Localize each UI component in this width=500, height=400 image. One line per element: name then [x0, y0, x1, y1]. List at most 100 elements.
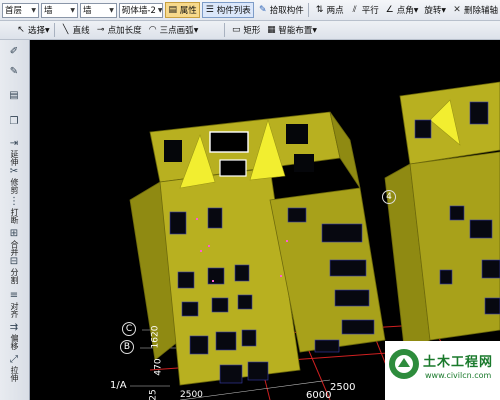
line-label: 直线: [72, 26, 90, 36]
offset-label: 偏移: [10, 334, 19, 350]
stretch-label: 拉伸: [10, 366, 19, 382]
line-icon: ╲: [62, 25, 69, 35]
align-button[interactable]: ≡ 对齐: [3, 290, 25, 318]
point-angle-icon: ∠: [385, 5, 394, 15]
point-length-icon: ⊸: [96, 25, 105, 35]
smart-layout-icon: ▦: [267, 25, 276, 35]
chevron-down-icon: ▼: [193, 26, 199, 34]
trim-label: 修剪: [10, 178, 19, 194]
chevron-down-icon: ▼: [31, 6, 36, 14]
properties-icon: ▤: [168, 5, 178, 15]
chevron-down-icon: ▼: [109, 6, 114, 14]
delete-icon: ✕: [453, 5, 461, 15]
component-list-button[interactable]: ☰ 构件列表: [201, 2, 254, 18]
copy-icon: ❐: [9, 116, 19, 127]
roof-window: [286, 124, 308, 144]
pick-icon: ✎: [259, 5, 267, 15]
tool-button-a[interactable]: ✐: [3, 46, 25, 58]
stretch-button[interactable]: ⤢ 拉伸: [3, 354, 25, 382]
modify-toolbar: ✐ ✎ ▤ ❐ ⇥ 延伸 ✂ 修剪 ⋮ 打断 ⊞ 合并 ⊟ 分割 ≡ 对齐 ⇉ 偏移 ⤢ 拉伸: [0, 40, 30, 400]
roof-window: [294, 154, 314, 172]
align-label: 对齐: [10, 302, 19, 318]
smart-layout-button[interactable]: ▦ 智能布置 ▼: [264, 22, 319, 38]
component-select-value: 砌体墙-2: [121, 6, 156, 16]
properties-label: 属性: [179, 6, 197, 16]
axis-bubble-4: 4: [382, 190, 396, 204]
break-button[interactable]: ⋮ 打断: [3, 196, 25, 224]
three-point-arc-button[interactable]: ◠ 三点画弧 ▼: [146, 22, 201, 38]
trim-button[interactable]: ✂ 修剪: [3, 166, 25, 194]
chevron-down-icon: ▼: [157, 6, 163, 14]
extend-icon: ⇥: [9, 138, 19, 149]
offset-button[interactable]: ⇉ 偏移: [3, 322, 25, 350]
subtype-select[interactable]: 墙 ▼: [79, 2, 117, 18]
rotate-button[interactable]: 旋转 ▼: [422, 2, 448, 18]
point-angle-button[interactable]: ∠ 点角 ▼: [383, 2, 421, 18]
axis-b-label: B: [123, 342, 131, 352]
two-points-button[interactable]: ⇅ 两点: [313, 2, 346, 18]
dimension-label: 470: [153, 358, 164, 376]
list-icon: ☰: [205, 5, 214, 15]
axis-c-label: C: [125, 324, 133, 334]
floor-select[interactable]: 首层 ▼: [2, 2, 39, 18]
draw-toolbar: ↖ 选择 ▼ ╲ 直线 ⊸ 点加长度 ◠ 三点画弧 ▼ ▭ 矩形 ▦ 智能布置 ▼: [0, 21, 500, 40]
two-points-icon: ⇅: [315, 5, 324, 15]
point-angle-label: 点角: [396, 6, 414, 16]
tool-button-b[interactable]: ✎: [3, 66, 25, 78]
split-icon: ⊟: [9, 256, 19, 267]
point-length-label: 点加长度: [107, 26, 142, 36]
chevron-down-icon: ▼: [45, 26, 50, 34]
cursor-icon: ↖: [17, 25, 25, 35]
dimension-label: 1620: [150, 325, 161, 349]
rectangle-icon: ▭: [232, 25, 241, 35]
roof-window: [164, 140, 182, 162]
brush-icon: ✐: [9, 46, 19, 57]
axis-4-label: 4: [386, 192, 392, 202]
merge-icon: ⊞: [9, 228, 19, 239]
pick-component-label: 拾取构件: [269, 6, 304, 16]
dimension-label: 25: [148, 389, 159, 400]
watermark: 土木工程网 www.civilcn.com: [385, 341, 500, 400]
parallel-button[interactable]: ⫽ 平行: [348, 2, 381, 18]
extend-button[interactable]: ⇥ 延伸: [3, 138, 25, 166]
split-button[interactable]: ⊟ 分割: [3, 256, 25, 284]
axis-bubble-b: B: [120, 340, 134, 354]
type-select[interactable]: 墙 ▼: [40, 2, 78, 18]
merge-button[interactable]: ⊞ 合并: [3, 228, 25, 256]
dimension-label: 6000: [306, 390, 332, 400]
line-button[interactable]: ╲ 直线: [59, 22, 92, 38]
axis-bubble-c: C: [122, 322, 136, 336]
break-label: 打断: [10, 208, 19, 224]
merge-label: 合并: [10, 240, 19, 256]
tool-button-d[interactable]: ❐: [3, 116, 25, 128]
rectangle-button[interactable]: ▭ 矩形: [229, 22, 262, 38]
properties-button[interactable]: ▤ 属性: [164, 2, 200, 18]
separator: [307, 3, 309, 17]
stretch-icon: ⤢: [10, 354, 18, 365]
delete-aux-button[interactable]: ✕ 删除辅轴: [450, 2, 500, 18]
trim-icon: ✂: [9, 166, 19, 177]
select-label: 选择: [28, 26, 46, 36]
main-toolbar: 首层 ▼ 墙 ▼ 墙 ▼ 砌体墙-2 ▼ ▤ 属性 ☰ 构件列表 ✎ 拾取构件 ⇅ 两点 ⫽ 平行…: [0, 0, 500, 21]
dimension-label: 2500: [180, 390, 203, 400]
civilcn-logo: [389, 349, 419, 379]
component-select[interactable]: 砌体墙-2 ▼: [118, 2, 163, 18]
rectangle-label: 矩形: [243, 26, 261, 36]
extend-label: 延伸: [10, 150, 19, 166]
delete-aux-label: 删除辅轴: [463, 6, 498, 16]
point-length-button[interactable]: ⊸ 点加长度: [94, 22, 144, 38]
chevron-down-icon: ▼: [70, 6, 75, 14]
two-points-label: 两点: [326, 6, 344, 16]
logo-icon: [390, 350, 418, 378]
rotate-label: 旋转: [424, 6, 442, 16]
roof-opening-bottom: [219, 159, 247, 177]
watermark-url: www.civilcn.com: [425, 371, 492, 380]
pick-component-button[interactable]: ✎ 拾取构件: [256, 2, 306, 18]
watermark-title: 土木工程网: [423, 355, 494, 370]
tool-button-c[interactable]: ▤: [3, 90, 25, 102]
parallel-icon: ⫽: [352, 5, 357, 15]
arc-icon: ◠: [148, 25, 157, 35]
offset-icon: ⇉: [9, 322, 19, 333]
select-button[interactable]: ↖ 选择 ▼: [14, 22, 52, 38]
pencil-icon: ✎: [9, 66, 19, 77]
